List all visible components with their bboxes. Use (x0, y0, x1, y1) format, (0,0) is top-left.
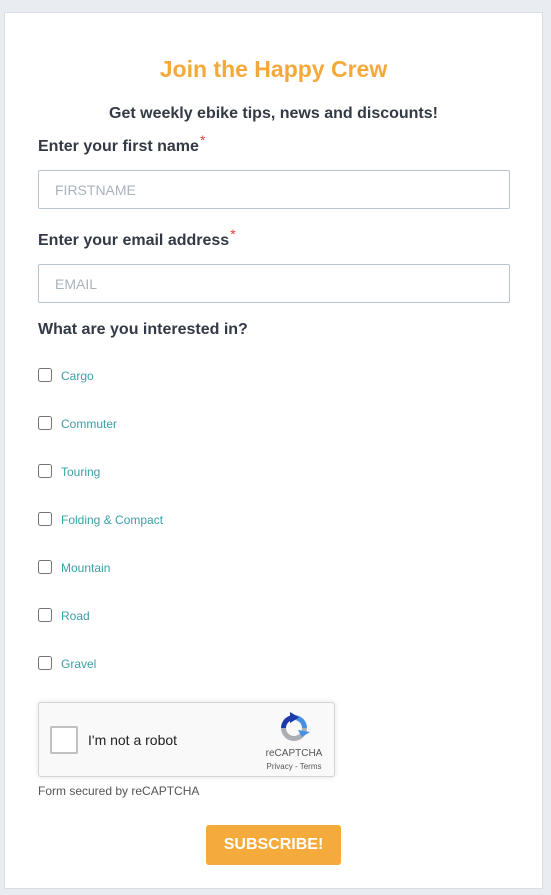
first-name-label-text: Enter your first name (38, 138, 199, 155)
recaptcha-privacy-terms[interactable]: Privacy - Terms (261, 762, 327, 771)
recaptcha-brand: reCAPTCHA (265, 748, 323, 759)
checkbox[interactable] (38, 512, 52, 526)
interest-label[interactable]: Road (61, 608, 90, 624)
interest-option-gravel[interactable]: Gravel (38, 654, 96, 672)
email-label-text: Enter your email address (38, 232, 230, 249)
checkbox[interactable] (38, 416, 52, 430)
recaptcha-widget: I'm not a robot reCAPTCHA Privacy - Term… (38, 702, 335, 777)
interest-label[interactable]: Commuter (61, 416, 117, 432)
checkbox[interactable] (38, 368, 52, 382)
secured-by-text: Form secured by reCAPTCHA (38, 784, 200, 798)
form-title: Join the Happy Crew (159, 56, 388, 82)
interest-label[interactable]: Mountain (61, 560, 110, 576)
form-subtitle: Get weekly ebike tips, news and discount… (109, 105, 438, 122)
checkbox[interactable] (38, 608, 52, 622)
interest-option-touring[interactable]: Touring (38, 462, 100, 480)
recaptcha-logo-icon (281, 712, 310, 741)
interest-option-cargo[interactable]: Cargo (38, 366, 94, 384)
checkbox[interactable] (38, 464, 52, 478)
interest-option-commuter[interactable]: Commuter (38, 414, 117, 432)
email-input[interactable] (38, 264, 510, 303)
interest-label[interactable]: Cargo (61, 368, 94, 384)
interest-option-folding-compact[interactable]: Folding & Compact (38, 510, 163, 528)
required-asterisk: * (199, 132, 206, 148)
signup-form-card: Join the Happy Crew Get weekly ebike tip… (4, 12, 543, 889)
first-name-input[interactable] (38, 170, 510, 209)
interest-label[interactable]: Folding & Compact (61, 512, 163, 528)
interests-label: What are you interested in? (38, 321, 248, 338)
recaptcha-label: I'm not a robot (88, 732, 178, 748)
interest-option-road[interactable]: Road (38, 606, 90, 624)
interest-label[interactable]: Gravel (61, 656, 96, 672)
first-name-label: Enter your first name* (38, 132, 205, 157)
checkbox[interactable] (38, 656, 52, 670)
interest-option-mountain[interactable]: Mountain (38, 558, 110, 576)
required-asterisk: * (230, 226, 236, 242)
checkbox[interactable] (38, 560, 52, 574)
interest-label[interactable]: Touring (61, 464, 100, 480)
recaptcha-checkbox[interactable] (50, 726, 78, 754)
email-label: Enter your email address* (38, 226, 236, 251)
subscribe-button[interactable]: SUBSCRIBE! (206, 825, 341, 865)
